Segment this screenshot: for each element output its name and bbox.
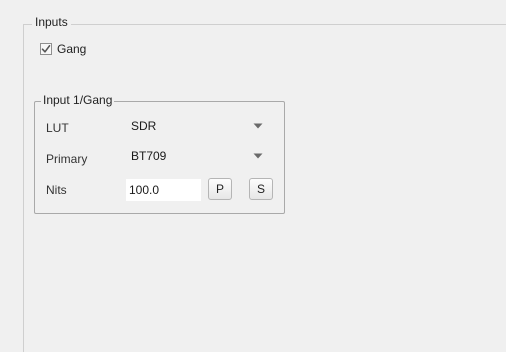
lut-label: LUT bbox=[46, 121, 69, 135]
check-icon bbox=[41, 44, 51, 53]
input-group-title: Input 1/Gang bbox=[41, 93, 115, 108]
dropdown-arrow-icon bbox=[248, 116, 268, 136]
nits-label: Nits bbox=[46, 183, 67, 197]
gang-checkbox[interactable]: Gang bbox=[40, 40, 86, 58]
lut-dropdown-value: SDR bbox=[131, 118, 157, 133]
dropdown-arrow-icon bbox=[248, 146, 268, 166]
panel: Inputs Gang Input 1/Gang LUT SDR Primary… bbox=[0, 0, 506, 352]
inputs-group-title: Inputs bbox=[32, 15, 71, 30]
gang-checkbox-label: Gang bbox=[57, 41, 87, 56]
lut-dropdown[interactable]: SDR bbox=[126, 116, 268, 136]
gang-checkbox-box[interactable] bbox=[40, 43, 52, 55]
nits-input[interactable] bbox=[126, 179, 201, 201]
s-button[interactable]: S bbox=[249, 178, 273, 200]
primary-dropdown-value: BT709 bbox=[131, 148, 167, 163]
primary-label: Primary bbox=[46, 152, 88, 166]
p-button[interactable]: P bbox=[208, 178, 232, 200]
primary-dropdown[interactable]: BT709 bbox=[126, 146, 268, 166]
